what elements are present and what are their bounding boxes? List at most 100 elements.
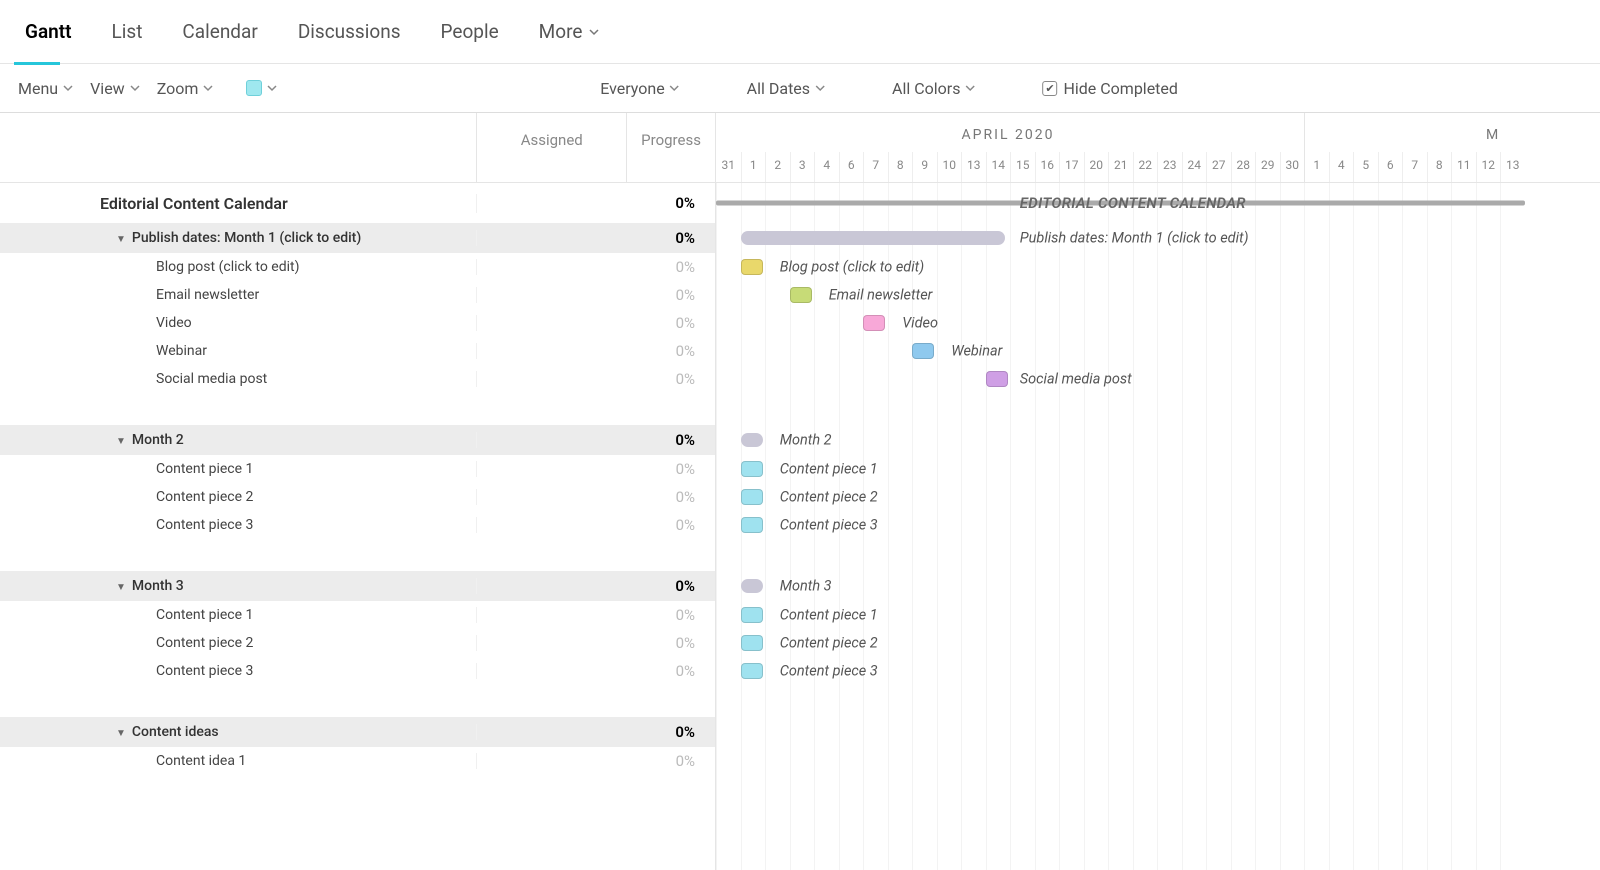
task-bar[interactable] [863, 315, 885, 331]
disclosure-triangle-icon[interactable]: ▼ [116, 234, 126, 245]
tab-people[interactable]: People [421, 0, 519, 64]
row-progress: 0% [627, 258, 715, 276]
task-row[interactable]: Email newsletter0% [0, 281, 715, 309]
timeline-row: Blog post (click to edit) [716, 253, 1600, 281]
task-row[interactable]: Content piece 10% [0, 455, 715, 483]
month-divider [1304, 113, 1305, 182]
group-row[interactable]: ▼Content ideas0% [0, 717, 715, 747]
group-bar[interactable] [741, 231, 1006, 245]
day-header[interactable]: 30 [1280, 152, 1305, 182]
task-bar[interactable] [741, 517, 763, 533]
day-header[interactable]: 8 [888, 152, 913, 182]
group-bar[interactable] [741, 579, 763, 593]
tab-discussions[interactable]: Discussions [278, 0, 421, 64]
color-chip-dropdown[interactable] [234, 80, 286, 96]
tab-calendar[interactable]: Calendar [162, 0, 277, 64]
day-header[interactable]: 6 [1378, 152, 1403, 182]
day-header[interactable]: 20 [1084, 152, 1109, 182]
day-header[interactable]: 3 [790, 152, 815, 182]
row-name: Content piece 3 [156, 663, 253, 679]
project-row[interactable]: Editorial Content Calendar0% [0, 183, 715, 223]
disclosure-triangle-icon[interactable]: ▼ [116, 582, 126, 593]
group-row[interactable]: ▼Month 30% [0, 571, 715, 601]
day-header[interactable]: 12 [1476, 152, 1501, 182]
day-header[interactable]: 13 [1500, 152, 1525, 182]
disclosure-triangle-icon[interactable]: ▼ [116, 436, 126, 447]
day-header[interactable]: 17 [1059, 152, 1084, 182]
timeline-row: Content piece 3 [716, 657, 1600, 685]
chevron-down-icon [202, 82, 214, 94]
tab-gantt[interactable]: Gantt [5, 0, 92, 64]
day-header[interactable]: 31 [716, 152, 741, 182]
row-progress: 0% [627, 194, 715, 212]
row-progress: 0% [627, 723, 715, 741]
day-header[interactable]: 4 [814, 152, 839, 182]
day-header[interactable]: 1 [1304, 152, 1329, 182]
day-header[interactable]: 24 [1182, 152, 1207, 182]
day-header[interactable]: 9 [912, 152, 937, 182]
task-row[interactable]: Blog post (click to edit) 0% [0, 253, 715, 281]
day-header[interactable]: 11 [1451, 152, 1476, 182]
day-header[interactable]: 7 [1402, 152, 1427, 182]
day-header[interactable]: 28 [1231, 152, 1256, 182]
chevron-down-icon [62, 82, 74, 94]
zoom-dropdown[interactable]: Zoom [149, 79, 223, 98]
group-row[interactable]: ▼Publish dates: Month 1 (click to edit)0… [0, 223, 715, 253]
day-header[interactable]: 22 [1133, 152, 1158, 182]
day-header[interactable]: 15 [1010, 152, 1035, 182]
timeline-row: Webinar [716, 337, 1600, 365]
task-bar[interactable] [741, 635, 763, 651]
task-bar[interactable] [741, 461, 763, 477]
day-header[interactable]: 2 [765, 152, 790, 182]
day-header[interactable]: 4 [1329, 152, 1354, 182]
row-name: Content piece 1 [156, 607, 253, 623]
column-progress[interactable]: Progress [627, 113, 715, 182]
task-list-header: Assigned Progress [0, 113, 715, 183]
day-header[interactable]: 23 [1157, 152, 1182, 182]
day-header[interactable]: 21 [1108, 152, 1133, 182]
task-row[interactable]: Content piece 10% [0, 601, 715, 629]
task-bar[interactable] [986, 371, 1008, 387]
day-header[interactable]: 7 [863, 152, 888, 182]
day-header[interactable]: 1 [741, 152, 766, 182]
task-row[interactable]: Video0% [0, 309, 715, 337]
day-header[interactable]: 10 [937, 152, 962, 182]
day-header[interactable]: 5 [1353, 152, 1378, 182]
task-bar[interactable] [790, 287, 812, 303]
task-list-panel: Assigned Progress Editorial Content Cale… [0, 113, 716, 870]
task-row[interactable]: Webinar0% [0, 337, 715, 365]
group-row[interactable]: ▼Month 20% [0, 425, 715, 455]
day-header[interactable]: 6 [839, 152, 864, 182]
tab-list[interactable]: List [92, 0, 163, 64]
task-bar[interactable] [741, 489, 763, 505]
day-header[interactable]: 27 [1206, 152, 1231, 182]
task-row[interactable]: Content piece 30% [0, 511, 715, 539]
color-chip-icon [246, 80, 262, 96]
bar-label: Content piece 2 [780, 489, 878, 506]
day-header[interactable]: 16 [1035, 152, 1060, 182]
task-bar[interactable] [741, 259, 763, 275]
task-row[interactable]: Content piece 20% [0, 629, 715, 657]
row-progress: 0% [627, 342, 715, 360]
task-bar[interactable] [741, 607, 763, 623]
view-dropdown[interactable]: View [82, 79, 149, 98]
day-header[interactable]: 29 [1255, 152, 1280, 182]
tab-more[interactable]: More [519, 0, 621, 64]
task-row[interactable]: Content piece 30% [0, 657, 715, 685]
row-progress: 0% [627, 370, 715, 388]
column-assigned[interactable]: Assigned [477, 113, 627, 182]
task-bar[interactable] [912, 343, 934, 359]
day-header[interactable]: 14 [986, 152, 1011, 182]
day-header[interactable]: 8 [1427, 152, 1452, 182]
task-row[interactable]: Content idea 10% [0, 747, 715, 775]
row-progress: 0% [627, 488, 715, 506]
group-bar[interactable] [741, 433, 763, 447]
task-row[interactable]: Social media post0% [0, 365, 715, 393]
task-row[interactable]: Content piece 20% [0, 483, 715, 511]
task-bar[interactable] [741, 663, 763, 679]
menu-dropdown[interactable]: Menu [10, 79, 82, 98]
row-name: Blog post (click to edit) [156, 259, 299, 275]
disclosure-triangle-icon[interactable]: ▼ [116, 728, 126, 739]
bar-label: Content piece 1 [780, 607, 878, 624]
day-header[interactable]: 13 [961, 152, 986, 182]
